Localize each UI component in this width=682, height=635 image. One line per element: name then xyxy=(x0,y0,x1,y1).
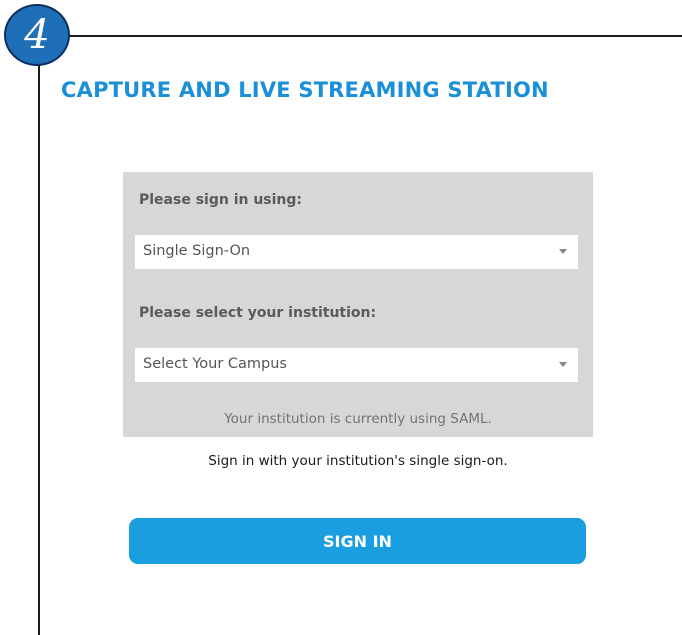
sign-in-button[interactable]: SIGN IN xyxy=(129,518,586,564)
step-number-badge: 4 xyxy=(4,4,70,66)
signin-method-label: Please sign in using: xyxy=(139,192,303,208)
sso-instruction-text: Sign in with your institution's single s… xyxy=(208,453,508,469)
institution-label: Please select your institution: xyxy=(139,305,377,321)
caret-down-icon xyxy=(559,249,567,254)
institution-value: Select Your Campus xyxy=(143,356,287,372)
app-title: CAPTURE AND LIVE STREAMING STATION xyxy=(61,78,549,102)
saml-status-text: Your institution is currently using SAML… xyxy=(224,411,492,427)
signin-method-select[interactable]: Single Sign-On xyxy=(135,235,578,269)
caret-down-icon xyxy=(559,362,567,367)
signin-panel: Please sign in using: Single Sign-On Ple… xyxy=(123,172,593,437)
signin-method-value: Single Sign-On xyxy=(143,243,251,259)
institution-select[interactable]: Select Your Campus xyxy=(135,348,578,382)
